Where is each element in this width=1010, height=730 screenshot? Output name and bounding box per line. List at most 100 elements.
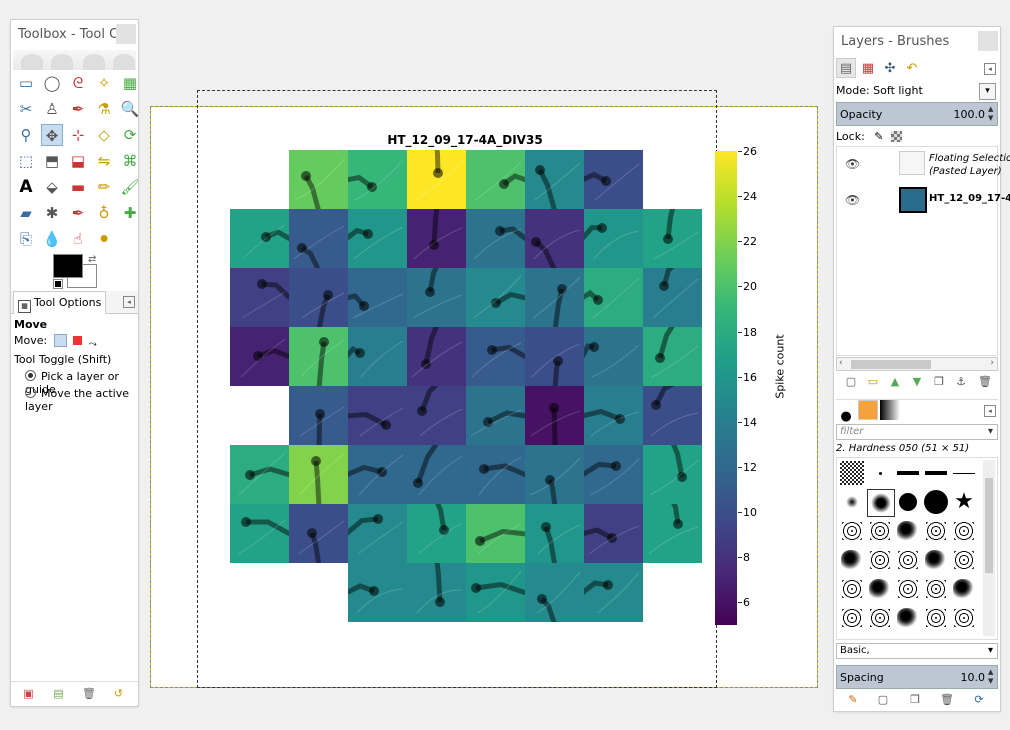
move-icon[interactable]: ✥ bbox=[41, 124, 63, 146]
blur-icon[interactable]: 💧 bbox=[41, 228, 63, 250]
default-colors-icon[interactable] bbox=[53, 279, 63, 289]
refresh-brushes-icon[interactable]: ⟳ bbox=[972, 693, 986, 707]
filter-dropdown-icon[interactable]: ▾ bbox=[988, 425, 993, 439]
brush-thumbnail[interactable] bbox=[839, 576, 865, 602]
radio-pick-layer-dot[interactable] bbox=[25, 370, 36, 381]
free-select-icon[interactable]: ᘓ bbox=[67, 72, 89, 94]
brush-thumbnail[interactable] bbox=[867, 518, 893, 544]
text-icon[interactable]: A bbox=[15, 176, 37, 198]
foreground-color-swatch-top[interactable] bbox=[53, 254, 83, 278]
brush-thumbnail[interactable] bbox=[923, 576, 949, 602]
brush-thumbnail[interactable] bbox=[951, 460, 977, 486]
brush-thumbnail[interactable] bbox=[951, 547, 977, 573]
scroll-thumb[interactable] bbox=[851, 360, 931, 369]
lock-pixels-icon[interactable]: ✎ bbox=[874, 130, 883, 143]
ink-icon[interactable]: ✒ bbox=[67, 202, 89, 224]
lock-alpha-icon[interactable] bbox=[891, 131, 903, 142]
patterns-tab-icon[interactable] bbox=[858, 400, 878, 420]
rotate-icon[interactable]: ⟳ bbox=[119, 124, 141, 146]
gradient-icon[interactable]: ▬ bbox=[67, 176, 89, 198]
brush-filter-input[interactable]: filter ▾ bbox=[836, 424, 998, 440]
delete-brush-icon[interactable]: 🗑 bbox=[940, 693, 954, 707]
perspective-clone-icon[interactable]: ⎘ bbox=[15, 228, 37, 250]
brush-thumbnail[interactable] bbox=[867, 489, 895, 517]
clone-icon[interactable]: ♁ bbox=[93, 202, 115, 224]
reset-options-icon[interactable]: ↺ bbox=[112, 687, 125, 700]
move-layer-mode-icon[interactable] bbox=[53, 334, 67, 347]
new-layer-icon[interactable]: ▢ bbox=[844, 375, 858, 389]
brush-thumbnail[interactable] bbox=[867, 547, 893, 573]
channels-tab-icon[interactable]: ▦ bbox=[858, 59, 878, 79]
pencil-icon[interactable]: ✏ bbox=[93, 176, 115, 198]
scissors-icon[interactable]: ✂ bbox=[15, 98, 37, 120]
heal-icon[interactable]: ✚ bbox=[119, 202, 141, 224]
brush-preset-select[interactable]: Basic, ▾ bbox=[836, 643, 998, 659]
brush-thumbnail[interactable] bbox=[951, 518, 977, 544]
brush-thumbnail[interactable] bbox=[839, 605, 865, 631]
paths-icon[interactable]: ✒ bbox=[67, 98, 89, 120]
move-path-mode-icon[interactable]: ⤳ bbox=[89, 338, 102, 351]
anchor-layer-icon[interactable]: ⚓ bbox=[954, 375, 968, 389]
brush-thumbnail[interactable] bbox=[839, 518, 865, 544]
brush-thumbnail[interactable] bbox=[895, 605, 921, 631]
color-picker-icon[interactable]: ⚗ bbox=[93, 98, 115, 120]
brush-thumbnail[interactable] bbox=[895, 576, 921, 602]
brush-thumbnail[interactable] bbox=[895, 460, 921, 486]
radio-move-active-dot[interactable] bbox=[25, 387, 36, 398]
brush-thumbnail[interactable] bbox=[839, 460, 865, 486]
spacing-spinner[interactable]: Spacing 10.0 ▲ ▼ bbox=[836, 665, 998, 689]
fuzzy-select-icon[interactable]: ✧ bbox=[93, 72, 115, 94]
toolbox-close-button[interactable] bbox=[116, 24, 136, 44]
rect-select-icon[interactable]: ▭ bbox=[15, 72, 37, 94]
brush-thumbnail[interactable]: ★ bbox=[951, 489, 977, 515]
paths-tab-icon[interactable]: ✣ bbox=[880, 59, 900, 79]
mode-select[interactable]: Mode: Soft light ▾ bbox=[836, 82, 998, 100]
swap-colors-icon[interactable]: ⇄ bbox=[88, 254, 96, 265]
shear-icon[interactable]: ⬒ bbox=[41, 150, 63, 172]
tab-menu-icon[interactable]: ◂ bbox=[123, 296, 135, 308]
gradients-tab-icon[interactable] bbox=[880, 400, 900, 420]
brush-thumbnail[interactable] bbox=[923, 518, 949, 544]
radio-move-active[interactable]: Move the active layer bbox=[25, 387, 138, 413]
scroll-right-icon[interactable]: › bbox=[990, 358, 994, 368]
preset-dropdown-icon[interactable]: ▾ bbox=[988, 644, 993, 658]
spacing-arrows-icon[interactable]: ▲ ▼ bbox=[988, 668, 996, 686]
brush-thumbnail[interactable] bbox=[839, 547, 865, 573]
duplicate-brush-icon[interactable]: ❐ bbox=[908, 693, 922, 707]
opacity-spinner[interactable]: Opacity 100.0 ▲ ▼ bbox=[836, 102, 998, 126]
new-brush-icon[interactable]: ▢ bbox=[876, 693, 890, 707]
toolbox-titlebar[interactable]: Toolbox - Tool O... bbox=[11, 20, 138, 50]
tab-tool-options[interactable]: ▦ Tool Options bbox=[13, 291, 107, 314]
paintbrush-icon[interactable]: 🖌 bbox=[119, 176, 141, 198]
scroll-left-icon[interactable]: ‹ bbox=[839, 358, 843, 368]
restore-options-icon[interactable]: ▤ bbox=[52, 687, 65, 700]
layer-list-hscroll[interactable]: ‹ › bbox=[836, 357, 998, 371]
measure-icon[interactable]: ⚲ bbox=[15, 124, 37, 146]
delete-options-icon[interactable]: 🗑 bbox=[82, 687, 96, 700]
layers-titlebar[interactable]: Layers - Brushes bbox=[834, 27, 1000, 57]
transform-icon[interactable]: ◇ bbox=[93, 124, 115, 146]
layers-tab-icon[interactable]: ▤ bbox=[836, 58, 856, 78]
lower-layer-icon[interactable]: ▼ bbox=[910, 375, 924, 389]
brush-vscroll[interactable] bbox=[983, 460, 995, 636]
delete-layer-icon[interactable]: 🗑 bbox=[978, 375, 992, 389]
undo-tab-icon[interactable]: ↶ bbox=[902, 59, 922, 79]
visibility-eye-icon[interactable]: 👁 bbox=[845, 193, 860, 207]
layer-row-floating[interactable]: 👁 Floating Selectio (Pasted Layer) bbox=[837, 147, 1010, 181]
opacity-arrows-icon[interactable]: ▲ ▼ bbox=[988, 105, 996, 123]
flip-icon[interactable]: ⇋ bbox=[93, 150, 115, 172]
save-options-icon[interactable]: ▣ bbox=[22, 687, 35, 700]
brush-thumbnail[interactable] bbox=[867, 460, 893, 486]
brush-thumbnail[interactable] bbox=[839, 489, 865, 515]
mode-dropdown-icon[interactable]: ▾ bbox=[979, 83, 996, 100]
move-selection-mode-icon[interactable] bbox=[73, 336, 83, 345]
layers-tab-menu-icon[interactable]: ◂ bbox=[984, 63, 996, 75]
brush-thumbnail[interactable] bbox=[923, 460, 949, 486]
zoom-icon[interactable]: 🔍 bbox=[119, 98, 141, 120]
bucket-fill-icon[interactable]: ⬙ bbox=[41, 176, 63, 198]
brush-scroll-thumb[interactable] bbox=[985, 478, 993, 573]
brush-thumbnail[interactable] bbox=[867, 605, 893, 631]
brush-thumbnail[interactable] bbox=[895, 518, 921, 544]
brush-thumbnail[interactable] bbox=[895, 547, 921, 573]
align-icon[interactable]: ⊹ bbox=[67, 124, 89, 146]
